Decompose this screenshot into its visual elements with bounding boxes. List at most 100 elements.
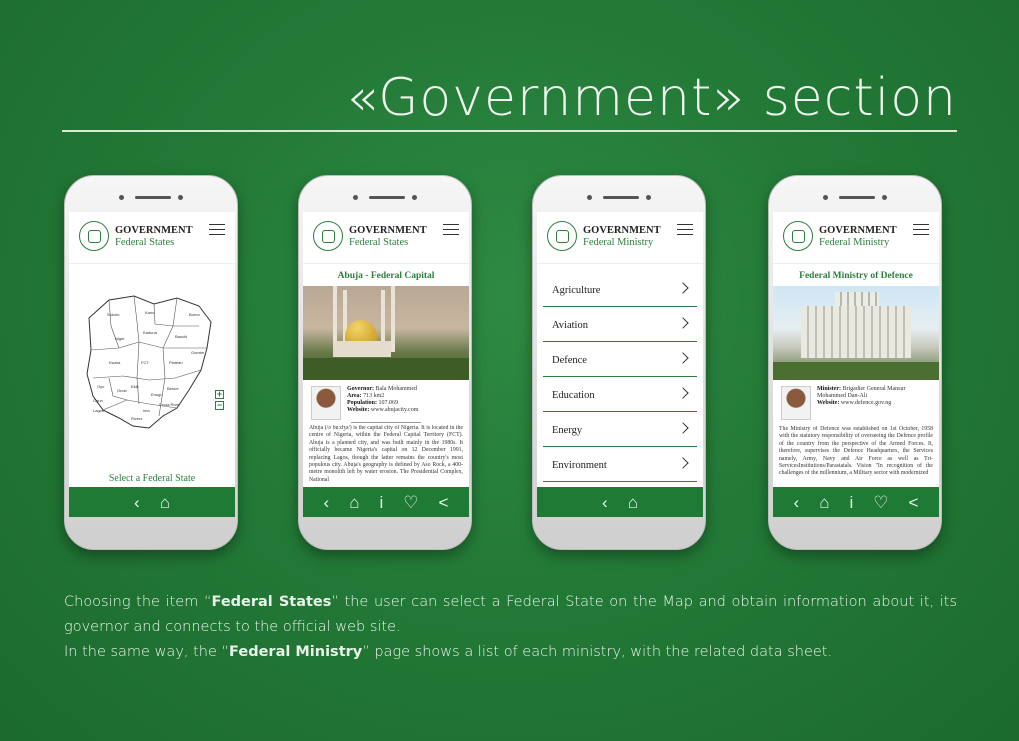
heart-icon[interactable]: ♡	[403, 494, 418, 511]
minaret-shape	[391, 286, 395, 352]
trees-shape	[303, 358, 469, 380]
page-title: «Government» section	[346, 68, 957, 128]
app-title: GOVERNMENT	[819, 225, 897, 236]
home-icon[interactable]: ⌂	[349, 494, 359, 511]
home-icon[interactable]: ⌂	[628, 494, 638, 511]
chevron-right-icon	[677, 422, 689, 434]
map-label-rivers: Rivers	[131, 416, 142, 421]
map-label-ogun: Ogun	[93, 398, 103, 403]
app-subtitle: Federal States	[349, 237, 409, 248]
map-label-imo: Imo	[143, 408, 150, 413]
title-divider	[62, 130, 957, 132]
phone-defence-detail: GOVERNMENT Federal Ministry Federal Mini…	[768, 175, 942, 550]
mosque-dome-shape	[345, 320, 377, 342]
list-item-label: Aviation	[552, 320, 588, 331]
back-chevron-icon[interactable]: ‹	[324, 494, 330, 511]
map-label-ekiti: Ekiti	[131, 384, 139, 389]
select-state-prompt: Select a Federal State	[108, 473, 196, 484]
info-icon[interactable]: i	[379, 494, 383, 511]
website-label: Website:	[817, 400, 840, 406]
map-label-fct: FCT	[141, 360, 149, 365]
home-icon[interactable]: ⌂	[160, 494, 170, 511]
hamburger-menu-icon[interactable]	[677, 224, 693, 235]
governor-name: Bala Mohammed	[375, 386, 418, 392]
building-shape	[801, 306, 911, 358]
speaker-grille	[135, 196, 171, 199]
list-item-label: Environment	[552, 460, 607, 471]
governor-label: Governor:	[347, 386, 374, 392]
back-chevron-icon[interactable]: ‹	[134, 494, 140, 511]
home-icon[interactable]: ⌂	[819, 494, 829, 511]
coat-of-arms-icon	[79, 221, 109, 251]
ministry-item-environment[interactable]: Environment	[543, 447, 697, 482]
abuja-mosque-photo	[303, 286, 469, 380]
bottom-nav-bar: ‹ ⌂	[69, 487, 235, 517]
description-text: ” page shows a list of each ministry, wi…	[362, 644, 833, 660]
info-divider	[351, 422, 421, 423]
app-screen: GOVERNMENT Federal States Sokoto Kano Bo…	[69, 212, 235, 517]
map-label-kaduna: Kaduna	[143, 330, 158, 335]
list-item-label: Energy	[552, 425, 583, 436]
sensor-dot	[646, 195, 651, 200]
app-title: GOVERNMENT	[115, 225, 193, 236]
back-chevron-icon[interactable]: ‹	[794, 494, 800, 511]
app-subtitle: Federal States	[115, 237, 175, 248]
heart-icon[interactable]: ♡	[873, 494, 888, 511]
ministry-item-energy[interactable]: Energy	[543, 412, 697, 447]
minister-label: Minister:	[817, 386, 841, 392]
bottom-nav-bar: ‹ ⌂	[537, 487, 703, 517]
app-screen: GOVERNMENT Federal States Abuja - Federa…	[303, 212, 469, 517]
speaker-grille	[603, 196, 639, 199]
map-label-cross-river: Cross River	[159, 402, 181, 407]
chevron-right-icon	[677, 387, 689, 399]
hamburger-menu-icon[interactable]	[443, 224, 459, 235]
app-subtitle: Federal Ministry	[583, 237, 654, 248]
description-line-1: Choosing the item “Federal States” the u…	[64, 590, 957, 640]
website-link[interactable]: www.abujacity.com	[371, 407, 419, 413]
info-icon[interactable]: i	[849, 494, 853, 511]
share-icon[interactable]: <	[439, 494, 449, 511]
app-header: GOVERNMENT Federal States	[69, 212, 235, 264]
coat-of-arms-icon	[783, 221, 813, 251]
app-header: GOVERNMENT Federal States	[303, 212, 469, 264]
phone-ministry-list: GOVERNMENT Federal Ministry Agriculture …	[532, 175, 706, 550]
app-title: GOVERNMENT	[349, 225, 427, 236]
description-highlight: Federal Ministry	[229, 644, 363, 660]
ministry-item-defence[interactable]: Defence	[543, 342, 697, 377]
map-label-ondo: Ondo	[117, 388, 128, 393]
nigeria-map-graphic[interactable]: Sokoto Kano Borno Niger Kaduna Bauchi Go…	[79, 278, 219, 458]
map-zoom-controls: + −	[215, 390, 225, 412]
ministry-title: Federal Ministry of Defence	[799, 271, 913, 281]
website-label: Website:	[347, 407, 370, 413]
zoom-in-button[interactable]: +	[215, 390, 224, 399]
website-link[interactable]: www.defence.gov.ng	[841, 400, 891, 406]
section-description: Choosing the item “Federal States” the u…	[64, 590, 957, 665]
bottom-nav-bar: ‹ ⌂ i ♡ <	[773, 487, 939, 517]
ministry-item-aviation[interactable]: Aviation	[543, 307, 697, 342]
description-text: In the same way, the “	[64, 644, 230, 660]
hamburger-menu-icon[interactable]	[913, 224, 929, 235]
trees-shape	[773, 362, 939, 380]
bottom-nav-bar: ‹ ⌂ i ♡ <	[303, 487, 469, 517]
map-label-plateau: Plateau	[169, 360, 183, 365]
map-label-kano: Kano	[145, 310, 155, 315]
ministry-info-card: Minister: Brigadier General Mansur Moham…	[773, 382, 939, 422]
coat-of-arms-icon	[313, 221, 343, 251]
list-item-label: Agriculture	[552, 285, 601, 296]
phone-federal-states-map: GOVERNMENT Federal States Sokoto Kano Bo…	[64, 175, 238, 550]
ministry-item-agriculture[interactable]: Agriculture	[543, 272, 697, 307]
description-text: Choosing the item “	[64, 594, 212, 610]
governor-portrait	[311, 386, 341, 420]
back-chevron-icon[interactable]: ‹	[602, 494, 608, 511]
state-facts: Governor: Bala Mohammed Area: 713 km2 Po…	[347, 386, 418, 414]
share-icon[interactable]: <	[909, 494, 919, 511]
ministry-item-education[interactable]: Education	[543, 377, 697, 412]
hamburger-menu-icon[interactable]	[209, 224, 225, 235]
nigeria-map[interactable]: Sokoto Kano Borno Niger Kaduna Bauchi Go…	[69, 264, 235, 469]
zoom-out-button[interactable]: −	[215, 401, 224, 410]
map-label-sokoto: Sokoto	[107, 312, 120, 317]
population-label: Population:	[347, 400, 378, 406]
map-label-gombe: Gombe	[191, 350, 205, 355]
list-item-label: Defence	[552, 355, 587, 366]
description-highlight: Federal States	[211, 594, 332, 610]
